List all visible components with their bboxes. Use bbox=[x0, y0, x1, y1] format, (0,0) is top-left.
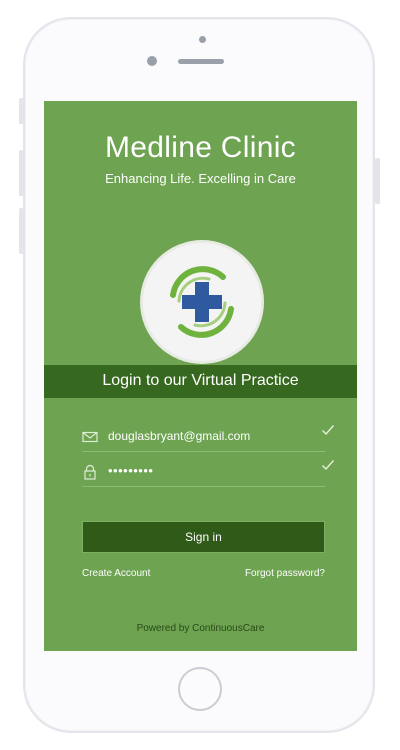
password-value: ••••••••• bbox=[108, 463, 154, 478]
email-field[interactable]: douglasbryant@gmail.com bbox=[82, 423, 335, 452]
front-camera bbox=[199, 36, 206, 43]
phone-volume-up-button bbox=[19, 150, 24, 196]
earpiece-speaker bbox=[178, 59, 224, 64]
app-tagline: Enhancing Life. Excelling in Care bbox=[105, 171, 296, 186]
envelope-icon bbox=[82, 429, 98, 445]
lock-icon bbox=[82, 464, 98, 480]
forgot-password-link[interactable]: Forgot password? bbox=[245, 568, 325, 579]
password-valid-check-icon bbox=[321, 458, 335, 472]
home-button[interactable] bbox=[178, 667, 222, 711]
phone-volume-down-button bbox=[19, 208, 24, 254]
email-valid-check-icon bbox=[321, 423, 335, 437]
phone-side-button bbox=[19, 98, 24, 124]
sign-in-button[interactable]: Sign in bbox=[82, 521, 325, 553]
proximity-sensor bbox=[147, 56, 157, 66]
powered-by-text: Powered by ContinuousCare bbox=[136, 623, 265, 634]
app-title: Medline Clinic bbox=[105, 131, 296, 164]
phone-power-button bbox=[375, 158, 380, 204]
email-value: douglasbryant@gmail.com bbox=[108, 429, 251, 443]
login-banner: Login to our Virtual Practice bbox=[44, 365, 357, 398]
medical-cross-logo-icon bbox=[143, 243, 261, 361]
login-screen: Medline Clinic Enhancing Life. Excelling… bbox=[44, 101, 357, 651]
password-field[interactable]: ••••••••• bbox=[82, 458, 335, 487]
banner-title: Login to our Virtual Practice bbox=[102, 372, 299, 389]
create-account-link[interactable]: Create Account bbox=[82, 568, 150, 579]
